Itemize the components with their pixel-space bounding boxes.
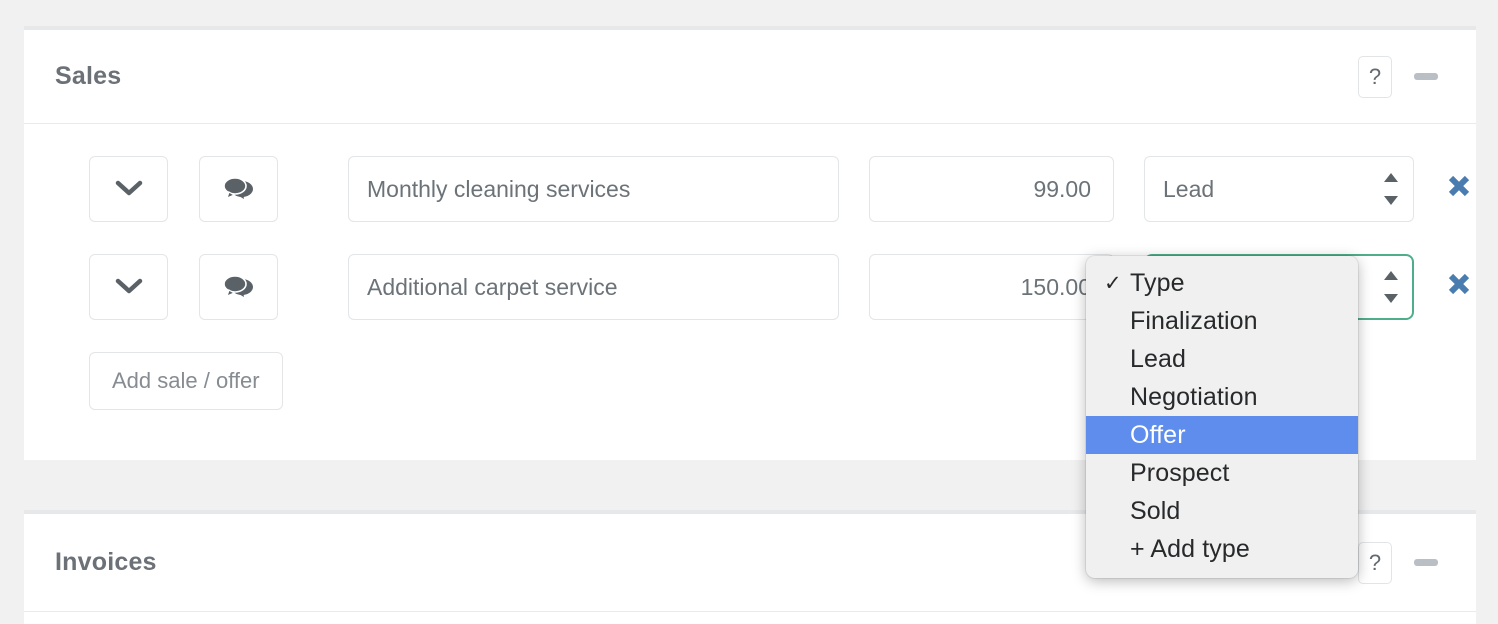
description-input[interactable] bbox=[348, 156, 839, 222]
comment-button[interactable] bbox=[199, 254, 278, 320]
dropdown-option-label: Negotiation bbox=[1130, 382, 1258, 411]
dropdown-option-label: Sold bbox=[1130, 496, 1181, 525]
dropdown-option[interactable]: Finalization bbox=[1086, 302, 1358, 340]
dropdown-option-label: Prospect bbox=[1130, 458, 1230, 487]
dropdown-option[interactable]: + Add type bbox=[1086, 530, 1358, 568]
expand-row-button[interactable] bbox=[89, 254, 168, 320]
dropdown-option-label: Offer bbox=[1130, 420, 1186, 449]
dropdown-option[interactable]: Negotiation bbox=[1086, 378, 1358, 416]
sales-panel-header: Sales ? bbox=[24, 30, 1476, 124]
dropdown-option-label: + Add type bbox=[1130, 534, 1250, 563]
amount-input[interactable] bbox=[869, 254, 1114, 320]
dropdown-option-label: Finalization bbox=[1130, 306, 1258, 335]
sale-row: Lead bbox=[24, 156, 1476, 222]
dropdown-option-label: Type bbox=[1130, 268, 1185, 297]
description-input[interactable] bbox=[348, 254, 839, 320]
close-x-icon bbox=[1445, 172, 1473, 206]
invoices-title: Invoices bbox=[55, 548, 157, 576]
invoices-header-tools: ? bbox=[1358, 541, 1438, 584]
help-button[interactable]: ? bbox=[1358, 541, 1392, 584]
comment-bubbles-icon bbox=[222, 274, 255, 300]
dropdown-option[interactable]: Offer bbox=[1086, 416, 1358, 454]
minimize-icon[interactable] bbox=[1414, 73, 1438, 80]
dropdown-option-label: Lead bbox=[1130, 344, 1187, 373]
remove-sale-button[interactable] bbox=[1442, 270, 1476, 304]
page-title: Sales bbox=[55, 62, 122, 90]
checkmark-icon: ✓ bbox=[1104, 271, 1122, 295]
sales-header-tools: ? bbox=[1358, 55, 1438, 98]
dropdown-option[interactable]: ✓ Type bbox=[1086, 264, 1358, 302]
add-sale-offer-button[interactable]: Add sale / offer bbox=[89, 352, 283, 410]
type-select-wrapper: Lead bbox=[1144, 156, 1414, 222]
dropdown-option[interactable]: Sold bbox=[1086, 492, 1358, 530]
chevron-down-icon bbox=[115, 278, 143, 296]
type-select[interactable]: Lead bbox=[1144, 156, 1414, 222]
comment-bubbles-icon bbox=[222, 176, 255, 202]
minimize-icon[interactable] bbox=[1414, 559, 1438, 566]
amount-input[interactable] bbox=[869, 156, 1114, 222]
help-button[interactable]: ? bbox=[1358, 55, 1392, 98]
expand-row-button[interactable] bbox=[89, 156, 168, 222]
comment-button[interactable] bbox=[199, 156, 278, 222]
chevron-down-icon bbox=[115, 180, 143, 198]
close-x-icon bbox=[1445, 270, 1473, 304]
remove-sale-button[interactable] bbox=[1442, 172, 1476, 206]
dropdown-option[interactable]: Lead bbox=[1086, 340, 1358, 378]
dropdown-option[interactable]: Prospect bbox=[1086, 454, 1358, 492]
type-dropdown-menu[interactable]: ✓ Type Finalization Lead Negotiation Offer Pro… bbox=[1086, 256, 1358, 578]
